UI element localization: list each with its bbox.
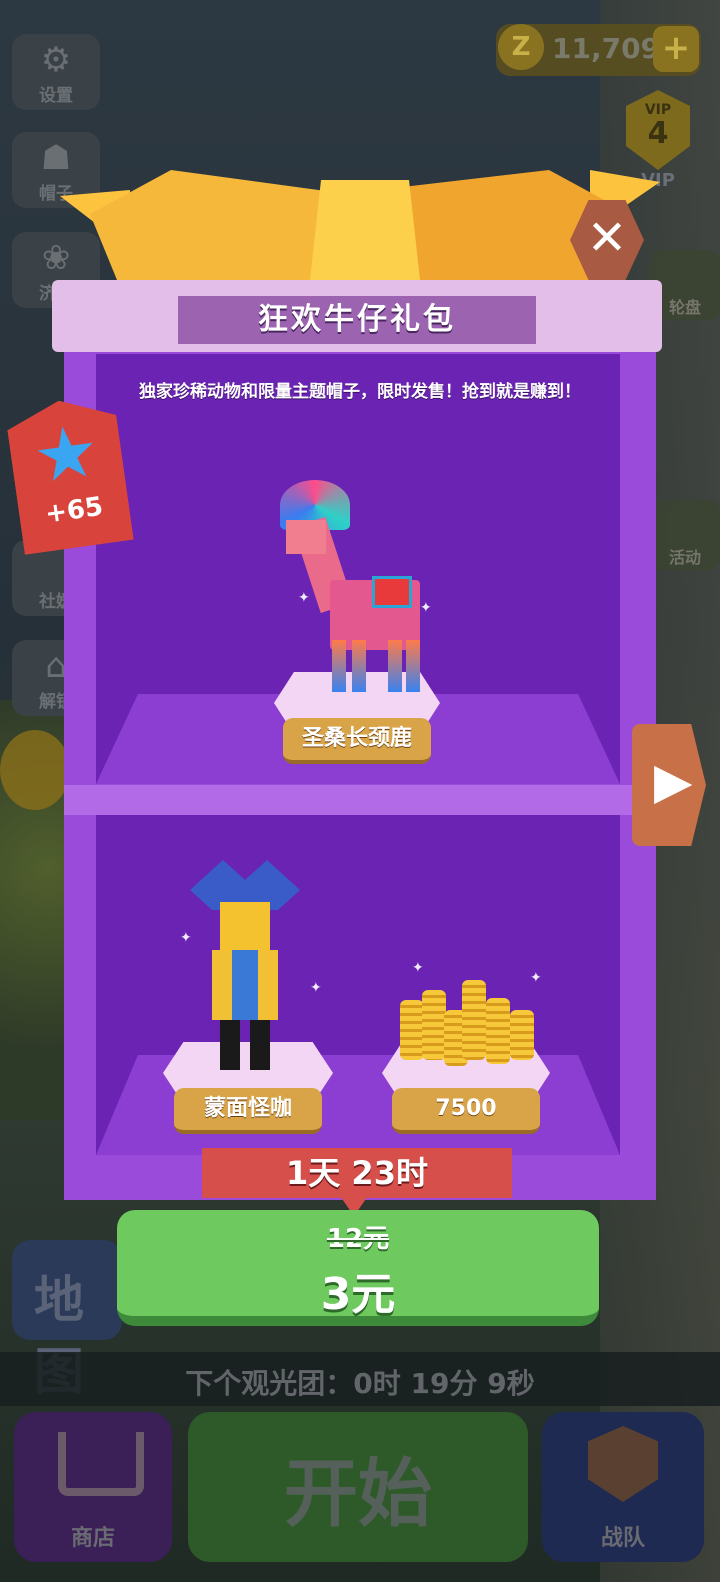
shelf-divider [64, 785, 656, 815]
settings-label: 设置 [39, 86, 73, 106]
shop-button[interactable]: 商店 [14, 1412, 172, 1562]
team-shield-icon [588, 1426, 658, 1502]
add-coins-button[interactable]: + [653, 26, 699, 72]
cart-icon [58, 1432, 144, 1496]
old-price: 12元 [326, 1224, 390, 1254]
settings-button[interactable]: ⚙ 设置 [12, 34, 100, 110]
start-label: 开始 [284, 1451, 432, 1537]
bonus-tag: +65 [4, 393, 134, 555]
coin-count: 11,709 [552, 32, 661, 65]
start-button[interactable]: 开始 [188, 1412, 528, 1562]
countdown-timer: 1天 23时 [202, 1148, 512, 1198]
popup-title: 狂欢牛仔礼包 [258, 302, 456, 337]
new-price[interactable]: 3元 [117, 1258, 599, 1322]
close-icon: ✕ [586, 210, 628, 266]
vip-level: 4 [647, 116, 669, 151]
event-button[interactable]: 活动 [650, 500, 720, 570]
coin-icon: Z [498, 24, 544, 70]
jester-item-image [190, 850, 300, 1070]
background-ball [0, 730, 70, 810]
sparkle-icon: ✦ [412, 960, 424, 976]
close-button[interactable]: ✕ [570, 200, 644, 280]
gold-coins-image [400, 980, 540, 1080]
shop-label: 商店 [70, 1526, 115, 1551]
map-button[interactable]: 地图 [12, 1240, 122, 1401]
next-tour-text: 下个观光团：0时 19分 9秒 [185, 1367, 535, 1400]
team-button[interactable]: 战队 [542, 1412, 704, 1562]
next-offer-button[interactable]: ▶ [632, 724, 706, 846]
item-label: 蒙面怪咖 [174, 1088, 322, 1134]
event-label: 活动 [668, 548, 701, 567]
item-label: 圣桑长颈鹿 [283, 718, 431, 764]
arrow-right-icon: ▶ [654, 752, 693, 810]
item-label: 7500 [392, 1088, 540, 1134]
sparkle-icon: ✦ [310, 980, 322, 996]
giraffe-item-image [280, 480, 440, 700]
gear-icon: ⚙ [40, 40, 72, 80]
popup-description: 独家珍稀动物和限量主题帽子，限时发售！抢到就是赚到！ [139, 382, 581, 402]
next-tour-ticker: 下个观光团：0时 19分 9秒 [0, 1352, 720, 1406]
team-label: 战队 [600, 1526, 645, 1551]
